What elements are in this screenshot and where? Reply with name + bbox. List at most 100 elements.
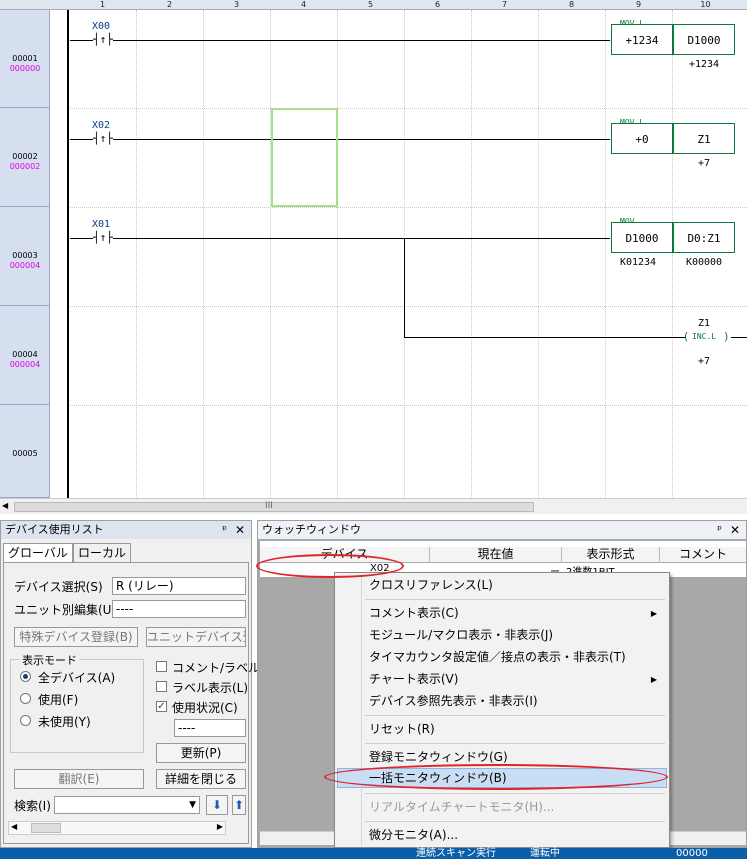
search-down-button[interactable]: ⬇	[206, 795, 228, 815]
pane-title: デバイス使用リスト	[5, 523, 104, 536]
translate-button[interactable]: 翻訳(E)	[14, 769, 144, 789]
column-number: 6	[434, 0, 441, 9]
usage-status-checkbox[interactable]: ✓	[156, 701, 167, 712]
operand-source[interactable]: D1000	[611, 222, 673, 253]
grid-line	[70, 306, 747, 307]
usage-status-dropdown[interactable]: ----	[174, 719, 246, 737]
comment-label-checkbox[interactable]	[156, 661, 167, 672]
step-number: 00001	[12, 54, 38, 63]
menu-item-module-macro[interactable]: モジュール/マクロ表示・非表示(J)	[369, 627, 553, 643]
step-address: 000004	[9, 261, 41, 270]
submenu-arrow-icon: ▶	[650, 609, 657, 618]
rising-edge-contact[interactable]: ┤↑├	[93, 133, 113, 145]
menu-separator	[365, 743, 665, 744]
status-bar: 連続スキャン実行 運転中 00000	[0, 848, 747, 859]
step-header[interactable]: 00001 000000	[0, 10, 50, 108]
menu-item-comment-display[interactable]: コメント表示(C)	[369, 605, 459, 621]
menu-item-realtime-chart[interactable]: リアルタイムチャートモニタ(H)...	[369, 799, 554, 815]
pane-title-bar: ウォッチウィンドウ ᵖ ✕	[258, 521, 746, 539]
submenu-arrow-icon: ▶	[650, 675, 657, 684]
grid-line	[70, 405, 747, 406]
grid-line	[70, 207, 747, 208]
rising-edge-contact[interactable]: ┤↑├	[93, 34, 113, 46]
pin-icon[interactable]: ᵖ	[222, 521, 227, 539]
scroll-thumb[interactable]	[31, 823, 61, 833]
menu-item-cross-reference[interactable]: クロスリファレンス(L)	[369, 577, 493, 593]
column-current-value[interactable]: 現在値	[430, 547, 562, 563]
grid-line	[605, 10, 606, 498]
label-display-text: ラベル表示(L)	[172, 681, 249, 695]
monitor-value: +1234	[688, 59, 720, 70]
grid-line	[270, 10, 271, 498]
close-icon[interactable]: ✕	[730, 521, 740, 539]
step-header[interactable]: 00005	[0, 405, 50, 498]
operand-source[interactable]: +0	[611, 123, 673, 154]
pin-icon[interactable]: ᵖ	[717, 521, 722, 539]
left-power-rail	[50, 10, 69, 498]
column-number: 1	[99, 0, 106, 9]
device-select-label: デバイス選択(S)	[14, 580, 103, 594]
unit-device-register-button[interactable]: ユニットデバイス登	[146, 627, 246, 647]
column-number: 10	[700, 0, 711, 9]
column-number: 9	[635, 0, 642, 9]
radio-all-devices[interactable]	[20, 671, 31, 682]
radio-unused[interactable]	[20, 715, 31, 726]
unit-edit-dropdown[interactable]: ----	[112, 600, 246, 618]
ladder-editor[interactable]: 1 2 3 4 5 6 7 8 9 10 00001 000000 00002 …	[0, 0, 747, 498]
operand-destination[interactable]: D1000	[673, 24, 735, 55]
rung-wire	[70, 139, 610, 140]
menu-item-registered-monitor[interactable]: 登録モニタウィンドウ(G)	[369, 749, 508, 765]
chevron-down-icon[interactable]: ▼	[189, 797, 196, 813]
operand-destination[interactable]: D0:Z1	[673, 222, 735, 253]
search-input[interactable]: ▼	[54, 796, 200, 814]
contact-label: X00	[92, 21, 111, 32]
status-run: 運転中	[530, 848, 560, 859]
rising-edge-contact[interactable]: ┤↑├	[93, 232, 113, 244]
branch-wire	[404, 238, 405, 337]
tab-global[interactable]: グローバル	[3, 543, 73, 563]
step-header[interactable]: 00004 000004	[0, 306, 50, 405]
scroll-left-icon[interactable]: ◀	[11, 822, 17, 831]
special-device-register-button[interactable]: 特殊デバイス登録(B)	[14, 627, 138, 647]
device-select-dropdown[interactable]: R (リレー)	[112, 577, 246, 595]
monitor-value: +7	[697, 158, 711, 169]
radio-used-label: 使用(F)	[38, 693, 79, 707]
step-header[interactable]: 00002 000002	[0, 108, 50, 207]
radio-all-label: 全デバイス(A)	[38, 671, 116, 685]
scroll-grip: III	[265, 501, 273, 511]
edit-cursor	[271, 108, 338, 207]
radio-used[interactable]	[20, 693, 31, 704]
column-number: 3	[233, 0, 240, 9]
column-number: 5	[367, 0, 374, 9]
scroll-right-icon[interactable]: ▶	[217, 822, 223, 831]
column-display-format[interactable]: 表示形式	[562, 547, 660, 563]
unit-edit-label: ユニット別編集(U)	[14, 603, 117, 617]
column-number: 4	[300, 0, 307, 9]
search-up-button[interactable]: ⬆	[232, 795, 246, 815]
close-detail-button[interactable]: 詳細を閉じる	[156, 769, 246, 789]
close-icon[interactable]: ✕	[235, 521, 245, 539]
menu-item-timer-counter[interactable]: タイマカウンタ設定値／接点の表示・非表示(T)	[369, 649, 626, 665]
inc-instruction[interactable]: INC.L	[692, 332, 716, 341]
monitor-value: K01234	[619, 257, 657, 268]
scroll-left-icon[interactable]: ◀	[2, 501, 8, 510]
step-header[interactable]: 00003 000004	[0, 207, 50, 306]
update-button[interactable]: 更新(P)	[156, 743, 246, 763]
rung-wire	[731, 337, 747, 338]
horizontal-scrollbar[interactable]: ◀ III	[0, 498, 747, 514]
menu-item-reset[interactable]: リセット(R)	[369, 721, 435, 737]
contact-label: X01	[92, 219, 111, 230]
operand-source[interactable]: +1234	[611, 24, 673, 55]
menu-item-device-reference[interactable]: デバイス参照先表示・非表示(I)	[369, 693, 538, 709]
step-address: 000004	[9, 360, 41, 369]
label-display-checkbox[interactable]	[156, 681, 167, 692]
menu-item-chart-display[interactable]: チャート表示(V)	[369, 671, 458, 687]
monitor-value: +7	[697, 356, 711, 367]
menu-item-differential-monitor[interactable]: 微分モニタ(A)...	[369, 827, 458, 843]
annotation-oval	[256, 554, 404, 578]
device-list-scrollbar[interactable]: ◀ ▶	[8, 821, 226, 835]
tab-local[interactable]: ローカル	[73, 543, 131, 563]
column-comment[interactable]: コメント	[660, 547, 746, 563]
operand-destination[interactable]: Z1	[673, 123, 735, 154]
scroll-thumb[interactable]: III	[14, 501, 534, 512]
